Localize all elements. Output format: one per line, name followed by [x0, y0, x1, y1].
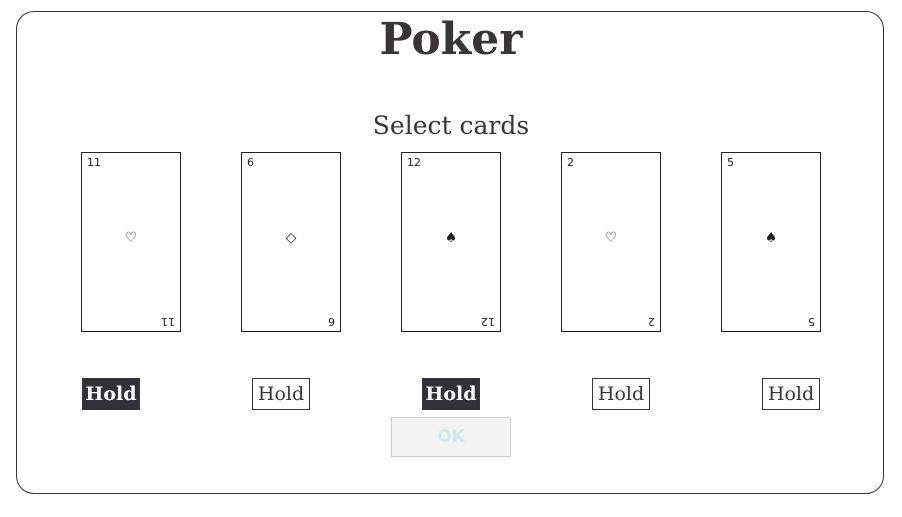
card-rank-top: 11	[87, 156, 101, 169]
card-2[interactable]: 6 ◇ 6	[241, 152, 341, 332]
hold-button-card-5[interactable]: Hold	[762, 378, 820, 410]
card-rank-top: 6	[247, 156, 254, 169]
card-rank-top: 5	[727, 156, 734, 169]
card-3[interactable]: 12 ♠ 12	[401, 152, 501, 332]
page-title: Poker	[379, 14, 523, 65]
card-rank-bottom: 11	[161, 315, 175, 328]
heart-icon: ♡	[604, 230, 618, 246]
hold-button-card-1[interactable]: Hold	[82, 378, 140, 410]
hold-button-card-4[interactable]: Hold	[592, 378, 650, 410]
ok-button[interactable]: OK	[391, 417, 511, 457]
instruction-text: Select cards	[372, 111, 530, 140]
card-rank-bottom: 6	[328, 315, 335, 328]
card-1[interactable]: 11 ♡ 11	[81, 152, 181, 332]
spade-icon: ♠	[444, 230, 458, 246]
card-rank-bottom: 12	[481, 315, 495, 328]
card-rank-top: 12	[407, 156, 421, 169]
diamond-icon: ◇	[285, 230, 297, 246]
hold-button-card-3[interactable]: Hold	[422, 378, 480, 410]
card-rank-bottom: 5	[808, 315, 815, 328]
card-5[interactable]: 5 ♠ 5	[721, 152, 821, 332]
card-rank-top: 2	[567, 156, 574, 169]
hold-button-card-2[interactable]: Hold	[252, 378, 310, 410]
card-4[interactable]: 2 ♡ 2	[561, 152, 661, 332]
spade-icon: ♠	[764, 230, 778, 246]
heart-icon: ♡	[124, 230, 138, 246]
card-rank-bottom: 2	[648, 315, 655, 328]
